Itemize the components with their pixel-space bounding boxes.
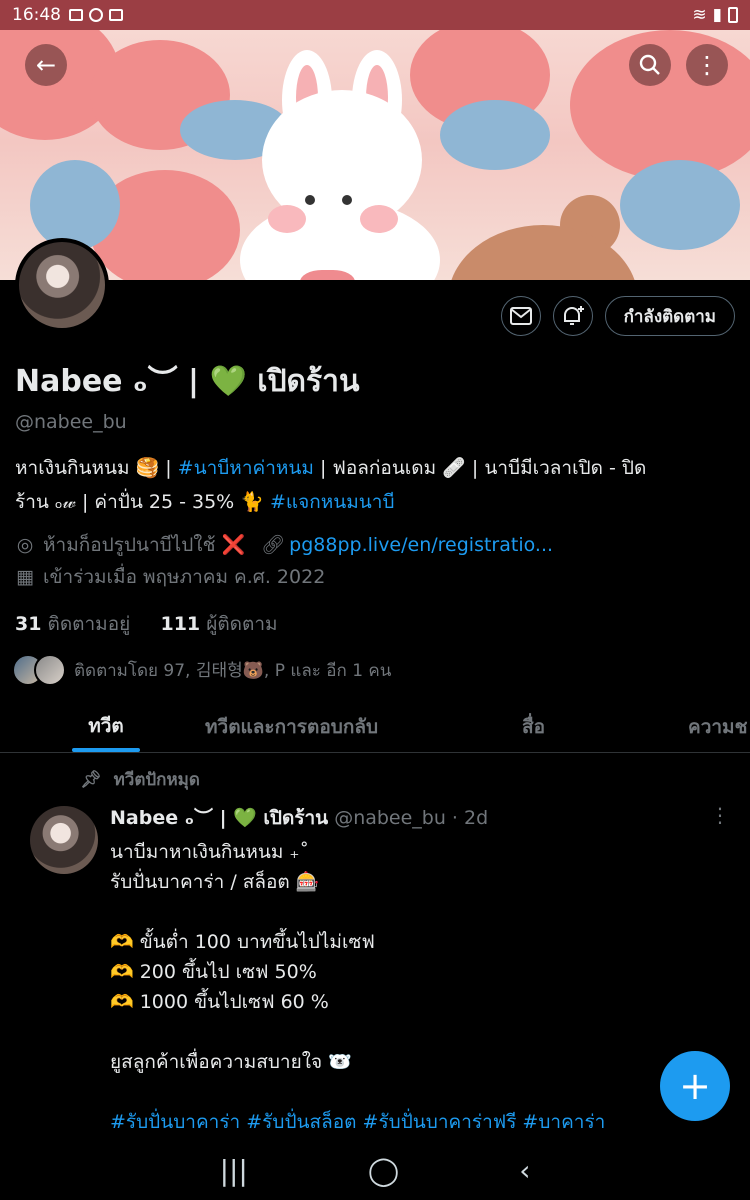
search-button[interactable] (629, 44, 671, 86)
following-count: 31 (15, 613, 42, 635)
plus-icon: + (679, 1064, 711, 1108)
tab-label: ทวีต (88, 715, 124, 737)
tweet-line (110, 1017, 730, 1047)
tweet-body: นาบีมาหาเงินกินหนม ₊˚ รับปั่นบาคาร่า / ส… (110, 837, 730, 1137)
mail-notification-icon (69, 9, 83, 21)
battery-icon (728, 7, 738, 23)
bunny-cheek (268, 205, 306, 233)
following-link[interactable]: 31 ติดตามอยู่ (15, 613, 130, 635)
tab-label: ทวีตและการตอบกลับ (205, 715, 379, 738)
profile-bio: หาเงินกินหนม 🥞 | #นาบีหาค่าหนม | ฟอลก่อน… (15, 451, 735, 519)
status-bar: 16:48 ≋ ▮ (0, 0, 750, 30)
tweet[interactable]: Nabee ₒ︶ | 💚 เปิดร้าน @nabee_bu · 2d ⋮ น… (110, 803, 730, 1137)
followers-label: ผู้ติดตาม (206, 613, 278, 635)
followers-link[interactable]: 111 ผู้ติดตาม (160, 613, 277, 635)
app-notification-icon (109, 9, 123, 21)
tweet-time: · 2d (451, 807, 489, 829)
profile-info: Nabee ₒ︶ | 💚 เปิดร้าน @nabee_bu หาเงินกิ… (15, 356, 735, 639)
back-icon[interactable]: ‹ (519, 1154, 530, 1187)
tweet-avatar[interactable] (30, 806, 98, 874)
profile-meta: ◎ ห้ามก็อปรูปนาบีไปใช้ ❌ 🔗︎ pg88pp.live/… (15, 529, 735, 593)
tweet-line: 🫶 ขั้นต่ำ 100 บาทขึ้นไปไม่เซฟ (110, 931, 375, 953)
pinned-label: 📌︎ ทวีตปักหมุด (80, 766, 200, 793)
android-nav-bar: ||| ◯ ‹ (0, 1140, 750, 1200)
followed-by[interactable]: ติดตามโดย 97, 김태형🐻, P และ อีก 1 คน (12, 654, 391, 686)
link-icon: 🔗︎ (261, 534, 286, 556)
system-icons: ≋ ▮ (692, 5, 738, 25)
home-icon[interactable]: ◯ (368, 1154, 399, 1187)
signal-icon: ▮ (712, 5, 722, 25)
more-vertical-icon: ⋮ (695, 51, 719, 79)
location-icon: ◎ (16, 534, 34, 556)
banner-leaf (440, 100, 550, 170)
follower-avatar (34, 654, 66, 686)
notify-button[interactable] (552, 296, 593, 336)
tab-label: ความช (688, 715, 748, 738)
compose-tweet-button[interactable]: + (660, 1051, 730, 1121)
profile-name: Nabee ₒ︶ | 💚 เปิดร้าน (15, 364, 360, 399)
recents-icon[interactable]: ||| (220, 1154, 248, 1187)
tweet-line (110, 897, 730, 927)
more-button[interactable]: ⋮ (686, 44, 728, 86)
tab-media[interactable]: สื่อ (522, 700, 545, 753)
tab-likes[interactable]: ความช (688, 700, 747, 753)
bio-hashtag-link[interactable]: #นาบีหาค่าหนม (178, 457, 314, 479)
tab-tweets[interactable]: ทวีต (0, 700, 212, 752)
tweet-line: 🫶 200 ขึ้นไป เซฟ 50% (110, 961, 317, 983)
bunny-eye (305, 195, 315, 205)
wifi-icon: ≋ (692, 5, 707, 25)
bio-text: หาเงินกินหนม 🥞 | (15, 457, 178, 479)
profile-handle: @nabee_bu (15, 411, 127, 433)
pin-icon: 📌︎ (80, 769, 102, 790)
tweet-header: Nabee ₒ︶ | 💚 เปิดร้าน @nabee_bu · 2d (110, 803, 730, 833)
tweet-line: 🫶 1000 ขึ้นไปเซฟ 60 % (110, 991, 329, 1013)
bio-text: | ฟอลก่อนเดม 🩹 | นาบีมีเวลาเปิด - ปิด (313, 457, 647, 479)
profile-tabs: ทวีต ทวีตและการตอบกลับ สื่อ ความช (0, 700, 750, 753)
profile-location: ห้ามก็อปรูปนาบีไปใช้ ❌ (43, 534, 246, 556)
tweet-author-handle: @nabee_bu (334, 807, 446, 829)
tweet-hashtags[interactable]: #รับปั่นบาคาร่า #รับปั่นสล็อต #รับปั่นบา… (110, 1107, 730, 1137)
tweet-author-name[interactable]: Nabee ₒ︶ | 💚 เปิดร้าน (110, 803, 328, 833)
tab-tweets-and-replies[interactable]: ทวีตและการตอบกลับ (205, 700, 378, 753)
tweet-more-icon[interactable]: ⋮ (710, 803, 730, 827)
arrow-left-icon: ← (35, 51, 57, 79)
profile-joined: เข้าร่วมเมื่อ พฤษภาคม ค.ศ. 2022 (43, 566, 326, 588)
status-time: 16:48 (12, 5, 61, 25)
notification-icons (69, 8, 123, 22)
pinned-text: ทวีตปักหมุด (113, 770, 200, 790)
profile-avatar[interactable] (15, 238, 109, 332)
search-icon (639, 54, 660, 75)
bio-text: ร้าน ₒ𝓌 | ค่าปั่น 25 - 35% 🐈 (15, 491, 270, 513)
tweet-line: ยูสลูกค้าเพื่อความสบายใจ 🐻‍❄️ (110, 1051, 352, 1073)
dnd-icon (89, 8, 103, 22)
following-button[interactable]: กำลังติดตาม (604, 296, 735, 336)
tweet-line: รับปั่นบาคาร่า / สล็อต 🎰 (110, 871, 320, 893)
banner-leaf (30, 160, 120, 250)
tweet-line: นาบีมาหาเงินกินหนม ₊˚ (110, 841, 309, 863)
message-button[interactable] (500, 296, 541, 336)
calendar-icon: ▦ (16, 566, 34, 588)
bunny-eye (342, 195, 352, 205)
banner-leaf (620, 160, 740, 250)
bio-hashtag-link[interactable]: #แจกหนมนาบี (270, 491, 395, 513)
bell-plus-icon (563, 306, 584, 325)
following-label: ติดตามอยู่ (47, 613, 131, 635)
follow-counts: 31 ติดตามอยู่ 111 ผู้ติดตาม (15, 609, 735, 639)
profile-website-link[interactable]: pg88pp.live/en/registratio... (289, 529, 553, 561)
tab-label: สื่อ (522, 715, 546, 738)
mail-icon (509, 307, 532, 325)
followers-count: 111 (160, 613, 201, 635)
profile-actions: กำลังติดตาม (500, 296, 735, 336)
followed-by-text: ติดตามโดย 97, 김태형🐻, P และ อีก 1 คน (74, 661, 392, 681)
back-button[interactable]: ← (25, 44, 67, 86)
tweet-line (110, 1077, 730, 1107)
bunny-cheek (360, 205, 398, 233)
